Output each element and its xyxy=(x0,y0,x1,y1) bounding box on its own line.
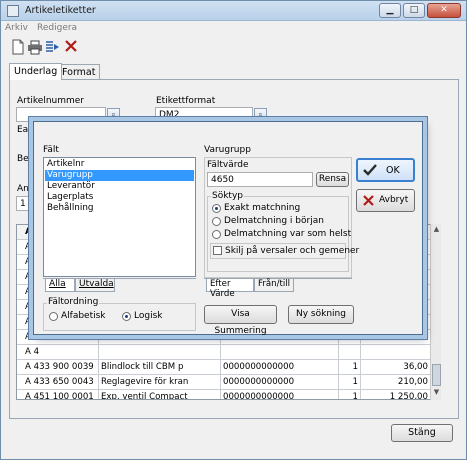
visa-summering-button[interactable]: Visa Summering xyxy=(204,305,277,336)
avbryt-button[interactable]: Avbryt xyxy=(356,189,415,212)
cell-pris xyxy=(361,345,431,360)
checkmark-icon xyxy=(363,164,377,176)
etikettformat-label: Etikettformat xyxy=(156,96,216,106)
cell-artikelnr: A 451 100 0001 xyxy=(17,390,99,399)
cell-benamning: Blindlock till CBM p xyxy=(99,360,221,375)
faltordning-label: Fältordning xyxy=(47,297,100,307)
ok-button[interactable]: OK xyxy=(356,158,415,182)
grid-vertical-scrollbar[interactable]: ▲ ▼ xyxy=(430,224,441,400)
tab-format[interactable]: Format xyxy=(57,64,101,80)
window-title: Artikeletiketter xyxy=(25,5,96,16)
radio-logisk-label: Logisk xyxy=(134,311,163,321)
cell-antal xyxy=(339,345,361,360)
faltvarde-label: Fältvärde xyxy=(207,160,249,170)
cell-ean: 0000000000000 xyxy=(221,360,339,375)
etikettformat-input[interactable]: DM2 xyxy=(155,107,253,122)
artikelnummer-picker-icon[interactable]: ⌕ xyxy=(107,108,120,121)
etikettformat-picker-icon[interactable]: ⌕ xyxy=(254,108,267,121)
table-row[interactable]: A 433 650 0043 Reglagevire för kran 000000… xyxy=(17,375,435,390)
filter-dialog: Fält Artikelnr Varugrupp Leverantör Lagerpl… xyxy=(33,121,423,336)
falt-label: Fält xyxy=(43,145,59,155)
maximize-button[interactable]: □ xyxy=(403,3,425,18)
cell-antal: 1 xyxy=(339,375,361,390)
field-list-item[interactable]: Leverantör xyxy=(45,181,194,192)
artikelnummer-input[interactable] xyxy=(16,107,106,122)
delete-icon[interactable] xyxy=(63,39,79,55)
radio-delmatchning-var-label: Delmatchning var som helst xyxy=(224,229,352,239)
cell-benamning xyxy=(99,345,221,360)
cell-benamning: Reglagevire för kran xyxy=(99,375,221,390)
group-title: Varugrupp xyxy=(204,145,251,155)
stang-button[interactable]: Stäng xyxy=(391,424,453,442)
tab-utvalda[interactable]: Utvalda xyxy=(75,279,115,292)
field-list-item[interactable]: Varugrupp xyxy=(45,170,194,181)
cell-artikelnr: A 433 900 0039 xyxy=(17,360,99,375)
radio-alfabetisk[interactable] xyxy=(49,312,58,321)
main-window: Artikeletiketter ▁ □ ✕ Arkiv Redigera Un… xyxy=(0,0,467,460)
table-row[interactable]: A 4K xyxy=(17,345,435,360)
close-window-button[interactable]: ✕ xyxy=(427,3,461,18)
radio-exakt[interactable] xyxy=(212,204,221,213)
title-bar[interactable]: Artikeletiketter ▁ □ ✕ xyxy=(1,1,466,21)
app-icon xyxy=(7,5,19,17)
cell-artikelnr: A 433 650 0043 xyxy=(17,375,99,390)
cell-benamning: Exp. ventil Compact xyxy=(99,390,221,399)
cell-antal: 1 xyxy=(339,390,361,399)
radio-delmatchning-borjan-label: Delmatchning i början xyxy=(224,216,324,226)
cancel-x-icon xyxy=(363,195,374,206)
ny-sokning-button[interactable]: Ny sökning xyxy=(288,305,354,324)
table-row[interactable]: A 433 900 0039 Blindlock till CBM p 000000… xyxy=(17,360,435,375)
radio-delmatchning-borjan[interactable] xyxy=(212,217,221,226)
radio-alfabetisk-label: Alfabetisk xyxy=(61,311,106,321)
soktyp-label: Söktyp xyxy=(211,191,244,201)
tab-underlag[interactable]: Underlag xyxy=(9,63,63,80)
export-arrow-icon[interactable] xyxy=(45,39,61,55)
cell-pris: 1 250,00 xyxy=(361,390,431,399)
tab-alla[interactable]: Alla xyxy=(45,279,75,292)
cell-ean xyxy=(221,345,339,360)
skilj-label: Skilj på versaler och gemener xyxy=(225,246,360,256)
ok-label: OK xyxy=(386,165,400,176)
scroll-up-icon[interactable]: ▲ xyxy=(432,225,441,234)
cell-ean: 0000000000000 xyxy=(221,390,339,399)
cell-pris: 36,00 xyxy=(361,360,431,375)
benamning-label: Ben xyxy=(17,154,35,164)
menu-redigera[interactable]: Redigera xyxy=(37,23,77,33)
cell-antal: 1 xyxy=(339,360,361,375)
field-list-item[interactable]: Lagerplats xyxy=(45,192,194,203)
tab-fran-till[interactable]: Från/till xyxy=(254,279,294,292)
radio-logisk[interactable] xyxy=(122,312,131,321)
menu-arkiv[interactable]: Arkiv xyxy=(5,23,28,33)
skilj-checkbox[interactable] xyxy=(213,246,222,255)
radio-exakt-label: Exakt matchning xyxy=(224,203,301,213)
rensa-button[interactable]: Rensa xyxy=(316,172,349,187)
toolbar xyxy=(1,37,466,57)
table-row[interactable]: A 451 100 0001 Exp. ventil Compact 0000000… xyxy=(17,390,435,399)
faltvarde-input[interactable]: 4650 xyxy=(207,172,313,187)
minimize-button[interactable]: ▁ xyxy=(379,3,401,18)
avbryt-label: Avbryt xyxy=(379,195,409,205)
cell-ean: 0000000000000 xyxy=(221,375,339,390)
field-list[interactable]: Artikelnr Varugrupp Leverantör Lagerplats Be… xyxy=(43,157,196,277)
cell-pris: 210,00 xyxy=(361,375,431,390)
cell-artikelnr: A 4 xyxy=(17,345,99,360)
menu-bar: Arkiv Redigera xyxy=(1,22,466,36)
scroll-down-icon[interactable]: ▼ xyxy=(432,388,441,397)
radio-delmatchning-var[interactable] xyxy=(212,230,221,239)
scroll-thumb[interactable] xyxy=(432,364,441,386)
tab-efter-varde[interactable]: Efter Värde xyxy=(206,279,254,299)
field-list-item[interactable]: Artikelnr xyxy=(45,159,194,170)
artikelnummer-label: Artikelnummer xyxy=(17,96,84,106)
field-list-item[interactable]: Behållning xyxy=(45,203,194,214)
print-icon[interactable] xyxy=(27,39,43,55)
new-document-icon[interactable] xyxy=(10,39,26,55)
